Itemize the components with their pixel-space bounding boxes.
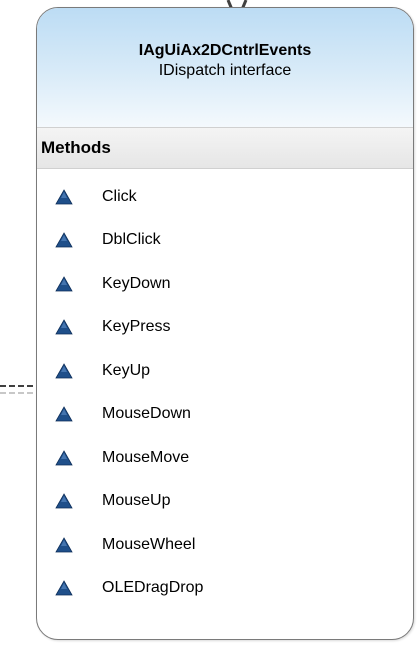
dashed-connector-left [0, 385, 40, 394]
method-triangle-icon [55, 275, 73, 292]
method-label: Click [102, 187, 137, 205]
methods-section-title[interactable]: Methods [37, 127, 413, 169]
method-triangle-icon [55, 362, 73, 379]
method-item[interactable]: Click [37, 175, 413, 219]
method-item[interactable]: MouseWheel [37, 523, 413, 567]
diagram-canvas: IAgUiAx2DCntrlEvents IDispatch interface… [0, 0, 417, 646]
method-triangle-icon [55, 319, 73, 335]
method-item[interactable]: MouseDown [37, 393, 413, 437]
method-label: MouseWheel [102, 535, 196, 553]
method-triangle-icon [55, 536, 73, 553]
method-label: MouseUp [102, 492, 171, 510]
method-triangle-icon [55, 406, 73, 422]
method-triangle-icon [55, 188, 73, 205]
method-item[interactable]: MouseMove [37, 436, 413, 480]
method-triangle-icon [55, 493, 73, 509]
method-triangle-icon [55, 449, 73, 466]
method-label: MouseMove [102, 448, 190, 466]
class-kind: IDispatch interface [158, 62, 292, 79]
method-label: MouseDown [102, 405, 191, 423]
method-item[interactable]: KeyDown [37, 262, 413, 306]
method-triangle-icon [55, 232, 73, 248]
method-label: KeyDown [102, 274, 171, 292]
method-label: KeyUp [102, 361, 151, 379]
method-item[interactable]: KeyPress [37, 306, 413, 350]
method-item[interactable]: KeyUp [37, 349, 413, 393]
method-item[interactable]: DblClick [37, 219, 413, 263]
class-name: IAgUiAx2DCntrlEvents [138, 42, 312, 59]
method-item[interactable]: OLEDragDrop [37, 567, 413, 611]
class-box[interactable]: IAgUiAx2DCntrlEvents IDispatch interface… [36, 7, 414, 640]
method-label: OLEDragDrop [102, 579, 204, 597]
method-triangle-icon [55, 580, 73, 596]
method-list: Click DblClick KeyDown KeyPress KeyUp MouseDo… [37, 169, 413, 610]
class-header: IAgUiAx2DCntrlEvents IDispatch interface [37, 8, 413, 127]
method-label: KeyPress [102, 318, 171, 336]
method-item[interactable]: MouseUp [37, 480, 413, 524]
method-label: DblClick [102, 231, 161, 249]
